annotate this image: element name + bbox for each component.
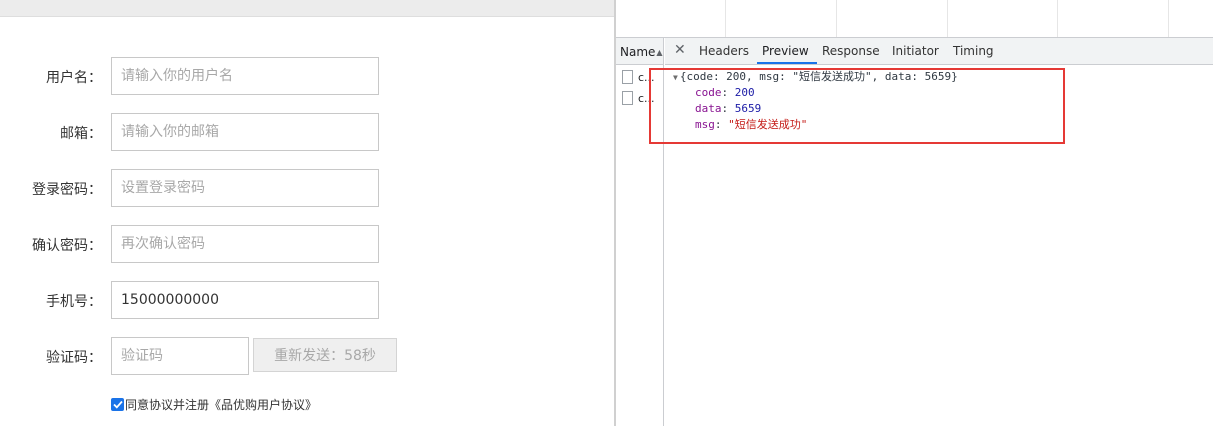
check-icon — [112, 400, 123, 409]
tab-response[interactable]: Response — [822, 44, 880, 58]
sort-up-icon: ▲ — [656, 48, 663, 57]
name-header-label: Name — [620, 45, 656, 59]
phone-label: 手机号： — [46, 294, 102, 310]
verify-code-row: 验证码： 重新发送：58秒 — [0, 337, 614, 375]
timeline-gridline — [836, 0, 837, 37]
agree-text: 同意协议并注册《品优购用户协议》 — [125, 398, 318, 412]
register-form-panel: 用户名： 邮箱： 登录密码： 确认密码： 手机号： 验证码： 重新发送：58秒 … — [0, 0, 614, 426]
email-row: 邮箱： — [0, 113, 614, 151]
username-row: 用户名： — [0, 57, 614, 95]
active-tab-indicator — [757, 62, 817, 64]
confirm-password-input[interactable] — [111, 225, 379, 263]
tab-initiator[interactable]: Initiator — [892, 44, 939, 58]
password-label: 登录密码： — [32, 182, 102, 198]
file-icon — [622, 91, 633, 105]
email-label: 邮箱： — [60, 126, 102, 142]
timeline-gridline — [725, 0, 726, 37]
top-bar — [0, 0, 614, 17]
verify-code-input[interactable] — [111, 337, 249, 375]
name-column-header[interactable]: Name▲ — [616, 38, 664, 65]
verify-code-label: 验证码： — [46, 350, 102, 366]
tab-headers[interactable]: Headers — [699, 44, 749, 58]
agreement-row: 同意协议并注册《品优购用户协议》 — [111, 396, 317, 413]
resend-sms-button[interactable]: 重新发送：58秒 — [253, 338, 397, 372]
tab-preview[interactable]: Preview — [762, 44, 809, 58]
phone-input[interactable] — [111, 281, 379, 319]
timeline-gridline — [1168, 0, 1169, 37]
close-icon[interactable]: ✕ — [674, 42, 686, 58]
devtools-network-panel: Name▲ c... c... ✕ Headers Preview Respon… — [616, 0, 1213, 426]
confirm-password-row: 确认密码： — [0, 225, 614, 263]
timeline-overview — [616, 0, 1213, 38]
password-row: 登录密码： — [0, 169, 614, 207]
username-input[interactable] — [111, 57, 379, 95]
tab-timing[interactable]: Timing — [953, 44, 994, 58]
email-input[interactable] — [111, 113, 379, 151]
username-label: 用户名： — [46, 70, 102, 86]
file-icon — [622, 70, 633, 84]
password-input[interactable] — [111, 169, 379, 207]
agree-checkbox[interactable] — [111, 398, 124, 411]
timeline-gridline — [1057, 0, 1058, 37]
highlight-box — [649, 68, 1065, 144]
timeline-gridline — [947, 0, 948, 37]
phone-row: 手机号： — [0, 281, 614, 319]
confirm-password-label: 确认密码： — [32, 238, 102, 254]
detail-tabs: ✕ Headers Preview Response Initiator Tim… — [665, 38, 1213, 65]
